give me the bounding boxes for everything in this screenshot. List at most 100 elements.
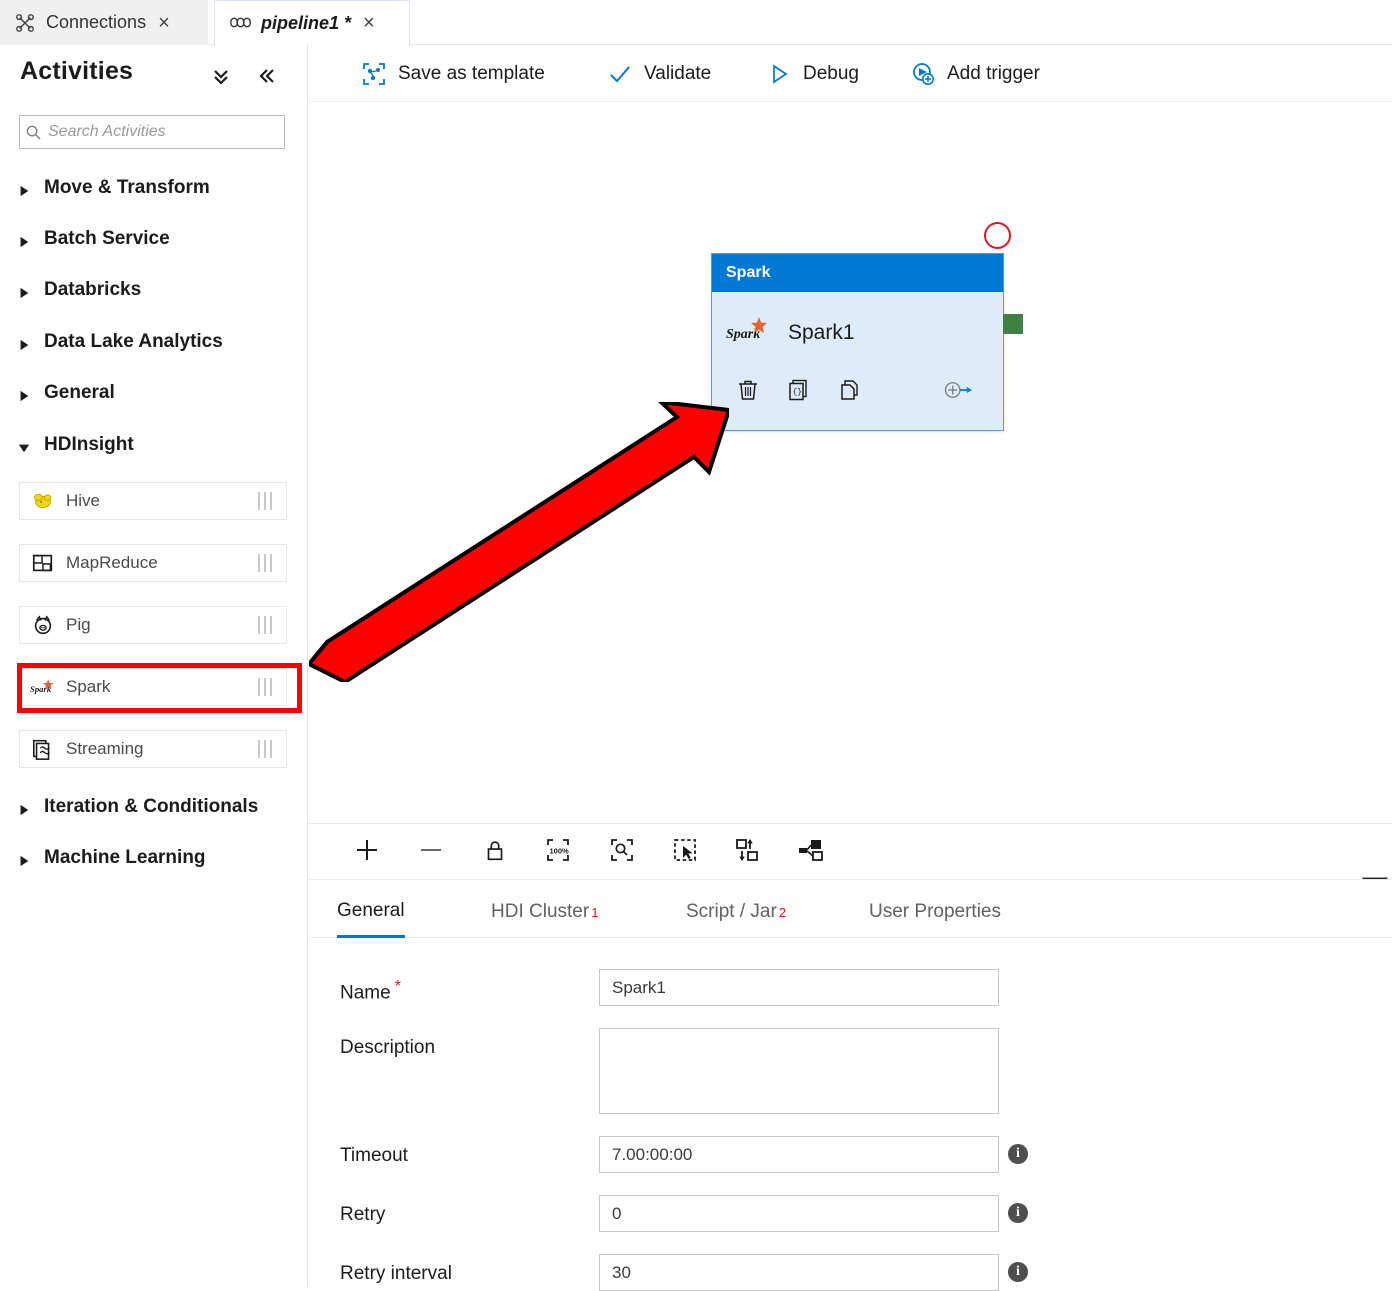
canvas-zoom-toolbar: 100% (309, 823, 1392, 886)
timeout-info-icon[interactable]: i (1008, 1144, 1028, 1164)
zoom-in-button[interactable] (349, 834, 385, 870)
chevron-right-icon (18, 283, 32, 299)
timeout-input[interactable] (599, 1136, 999, 1173)
sidebar-group-label: Batch Service (44, 228, 170, 249)
tab-general-label: General (337, 899, 405, 921)
lock-canvas-button[interactable] (477, 834, 513, 870)
activities-panel: Activities Move & Transform (0, 45, 308, 1286)
sidebar-group-iteration-conditionals[interactable]: Iteration & Conditionals (0, 790, 308, 824)
drag-handle-icon[interactable] (250, 740, 280, 758)
debug-label: Debug (803, 62, 859, 84)
sidebar-group-label: Move & Transform (44, 177, 210, 198)
retry-interval-info-icon[interactable]: i (1008, 1262, 1028, 1282)
debug-button[interactable]: Debug (766, 45, 859, 102)
hive-icon (30, 488, 56, 514)
tab-connections[interactable]: Connections × (0, 0, 208, 45)
add-output-arrow-icon[interactable] (943, 375, 973, 405)
chevron-right-icon (18, 335, 32, 351)
chevron-double-down-icon[interactable] (208, 63, 234, 89)
timeout-field-label: Timeout (340, 1145, 408, 1166)
activity-item-spark[interactable]: Spark Spark (19, 668, 287, 706)
search-activities-box[interactable] (19, 115, 285, 149)
lock-icon (482, 837, 508, 868)
activity-item-mapreduce[interactable]: MapReduce (19, 544, 287, 582)
node-action-bar: {} (728, 375, 988, 409)
validate-button[interactable]: Validate (607, 45, 711, 102)
validate-label: Validate (644, 62, 712, 84)
tab-script-jar-label: Script / Jar (686, 901, 777, 922)
tab-general[interactable]: General (337, 886, 405, 938)
drag-handle-icon[interactable] (250, 678, 280, 696)
sidebar-group-machine-learning[interactable]: Machine Learning (0, 841, 308, 875)
pig-icon (30, 612, 56, 638)
activity-item-label: MapReduce (66, 553, 158, 572)
tab-pipeline1[interactable]: pipeline1 * × (214, 0, 410, 45)
code-braces-icon[interactable]: {} (784, 375, 814, 405)
tab-connections-close-icon[interactable]: × (158, 13, 170, 33)
sidebar-group-move-transform[interactable]: Move & Transform (0, 171, 308, 205)
pipeline-canvas[interactable]: Spark Spark Spark1 {} (309, 102, 1392, 823)
node-status-indicator (984, 222, 1011, 249)
zoom-100-button[interactable]: 100% (540, 834, 576, 870)
add-trigger-label: Add trigger (947, 62, 1040, 84)
save-as-template-button[interactable]: Save as template (361, 45, 545, 102)
name-input[interactable] (599, 969, 999, 1006)
drag-handle-icon[interactable] (250, 492, 280, 510)
zoom-to-fit-button[interactable] (604, 834, 640, 870)
activity-item-label: Streaming (66, 739, 144, 758)
activity-item-hive[interactable]: Hive (19, 482, 287, 520)
sidebar-group-databricks[interactable]: Databricks (0, 273, 308, 307)
node-name-label: Spark1 (788, 320, 855, 344)
tab-pipeline1-close-icon[interactable]: × (363, 13, 375, 33)
drag-handle-icon[interactable] (250, 616, 280, 634)
retry-interval-input[interactable] (599, 1254, 999, 1291)
name-label-text: Name (340, 982, 391, 1004)
sidebar-group-label: General (44, 382, 115, 403)
sidebar-group-batch-service[interactable]: Batch Service (0, 222, 308, 256)
add-trigger-button[interactable]: Add trigger (910, 45, 1040, 102)
node-output-connector-handle[interactable] (1003, 314, 1023, 334)
sidebar-group-label: HDInsight (44, 434, 134, 455)
retry-interval-field-label: Retry interval (340, 1263, 452, 1284)
search-input[interactable] (46, 117, 284, 147)
copy-icon[interactable] (835, 375, 865, 405)
spark-icon: Spark (30, 674, 56, 700)
select-all-button[interactable] (667, 834, 703, 870)
related-nodes-icon (797, 836, 827, 869)
sidebar-group-label: Machine Learning (44, 847, 206, 868)
plus-icon (353, 836, 381, 869)
tab-connections-label: Connections (46, 12, 147, 32)
description-input[interactable] (599, 1028, 999, 1114)
mapreduce-icon (30, 550, 56, 576)
activity-item-streaming[interactable]: Streaming (19, 730, 287, 768)
sidebar-group-hdinsight[interactable]: HDInsight (0, 428, 308, 462)
activity-item-pig[interactable]: Pig (19, 606, 287, 644)
pipeline-icon (229, 14, 251, 32)
sidebar-group-data-lake-analytics[interactable]: Data Lake Analytics (0, 325, 308, 359)
zoom-out-button[interactable] (413, 834, 449, 870)
play-triangle-icon (766, 61, 792, 87)
retry-field-label: Retry (340, 1204, 386, 1225)
chevron-double-left-icon[interactable] (254, 63, 280, 89)
activity-item-label: Hive (66, 491, 101, 510)
retry-info-icon[interactable]: i (1008, 1203, 1028, 1223)
retry-input[interactable] (599, 1195, 999, 1232)
tab-script-jar[interactable]: Script / Jar 2 (686, 886, 786, 938)
drag-handle-icon[interactable] (250, 554, 280, 572)
trash-icon[interactable] (733, 375, 763, 405)
svg-text:100%: 100% (550, 846, 570, 855)
properties-tab-bar: General HDI Cluster 1 Script / Jar 2 Use… (309, 886, 1392, 938)
minus-icon (417, 836, 445, 869)
select-all-icon (671, 836, 699, 869)
spark-icon: Spark (726, 316, 770, 349)
auto-align-button[interactable] (730, 834, 766, 870)
activity-item-label: Spark (66, 677, 111, 696)
sidebar-group-general[interactable]: General (0, 376, 308, 410)
pipeline-activity-node-spark1[interactable]: Spark Spark Spark1 {} (711, 253, 1004, 431)
show-related-nodes-button[interactable] (794, 834, 830, 870)
sidebar-group-label: Data Lake Analytics (44, 331, 223, 352)
tab-user-properties[interactable]: User Properties (869, 886, 1001, 938)
tab-hdi-cluster-badge: 1 (591, 904, 599, 920)
tab-pipeline1-label: pipeline1 * (261, 12, 352, 33)
tab-hdi-cluster[interactable]: HDI Cluster 1 (491, 886, 598, 938)
